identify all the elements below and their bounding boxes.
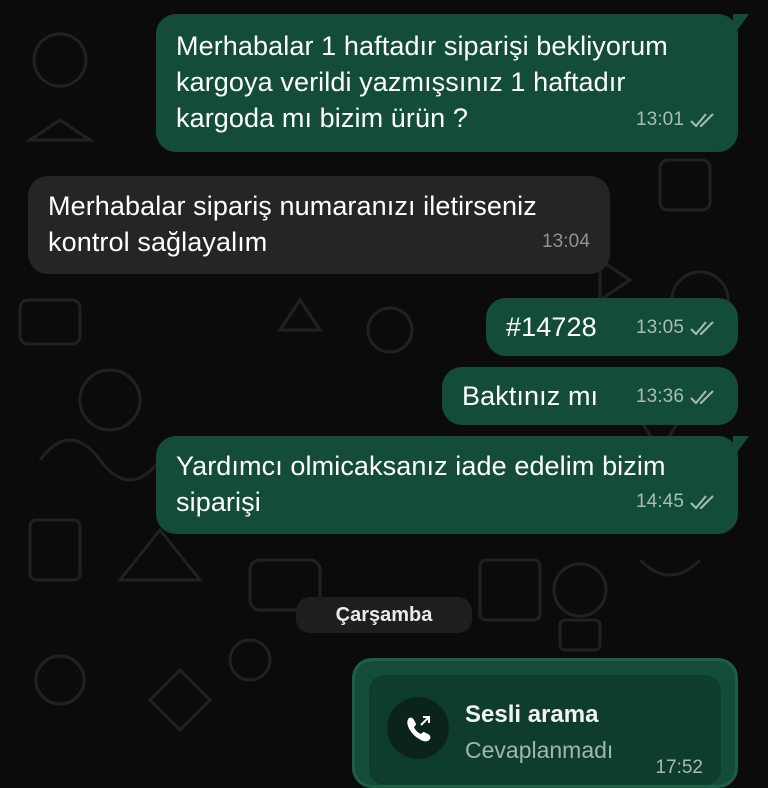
double-check-icon [690, 495, 714, 510]
message-bubble-outgoing[interactable]: Merhabalar 1 haftadır siparişi bekliyoru… [156, 14, 749, 152]
double-check-icon [690, 113, 714, 128]
double-check-icon [690, 390, 714, 405]
message-text: kontrol sağlayalım [48, 227, 268, 257]
message-meta: 13:04 [542, 224, 590, 260]
message-bubble-outgoing[interactable]: Baktınız mı 13:36 [442, 367, 738, 425]
outgoing-call-icon[interactable] [387, 697, 449, 759]
call-time: 17:52 [655, 757, 703, 778]
message-time: 13:04 [541, 231, 590, 252]
message-bubble-outgoing[interactable]: Yardımcı olmicaksanız iade edelim bizim … [156, 436, 749, 534]
double-check-icon [690, 321, 714, 336]
missed-voice-call-message[interactable]: Sesli arama Cevaplanmadı 17:52 [352, 658, 738, 788]
message-time: 13:05 [635, 317, 684, 338]
message-meta: 13:05 [636, 310, 718, 346]
message-time: 14:45 [635, 491, 684, 512]
call-title: Sesli arama [465, 701, 599, 728]
message-text: kargoya verildi yazmışsınız 1 haftadır [176, 67, 626, 97]
message-text: Merhabalar sipariş numaranızı iletirseni… [48, 191, 537, 221]
phone-arrow-icon [407, 716, 431, 742]
date-separator: Çarşamba [296, 597, 472, 633]
message-meta: 13:01 [636, 102, 718, 138]
message-text: Merhabalar 1 haftadır siparişi bekliyoru… [176, 31, 668, 61]
message-time: 13:36 [635, 386, 684, 407]
message-meta: 13:36 [636, 379, 718, 415]
message-time: 13:01 [635, 109, 684, 130]
message-meta: 14:45 [636, 484, 718, 520]
call-card-body[interactable]: Sesli arama Cevaplanmadı 17:52 [369, 675, 721, 785]
message-text: Yardımcı olmicaksanız iade edelim bizim [176, 451, 666, 481]
message-bubble-incoming[interactable]: Merhabalar sipariş numaranızı iletirseni… [28, 176, 610, 274]
message-bubble-outgoing[interactable]: #14728 13:05 [486, 298, 738, 356]
call-status: Cevaplanmadı [465, 737, 614, 763]
